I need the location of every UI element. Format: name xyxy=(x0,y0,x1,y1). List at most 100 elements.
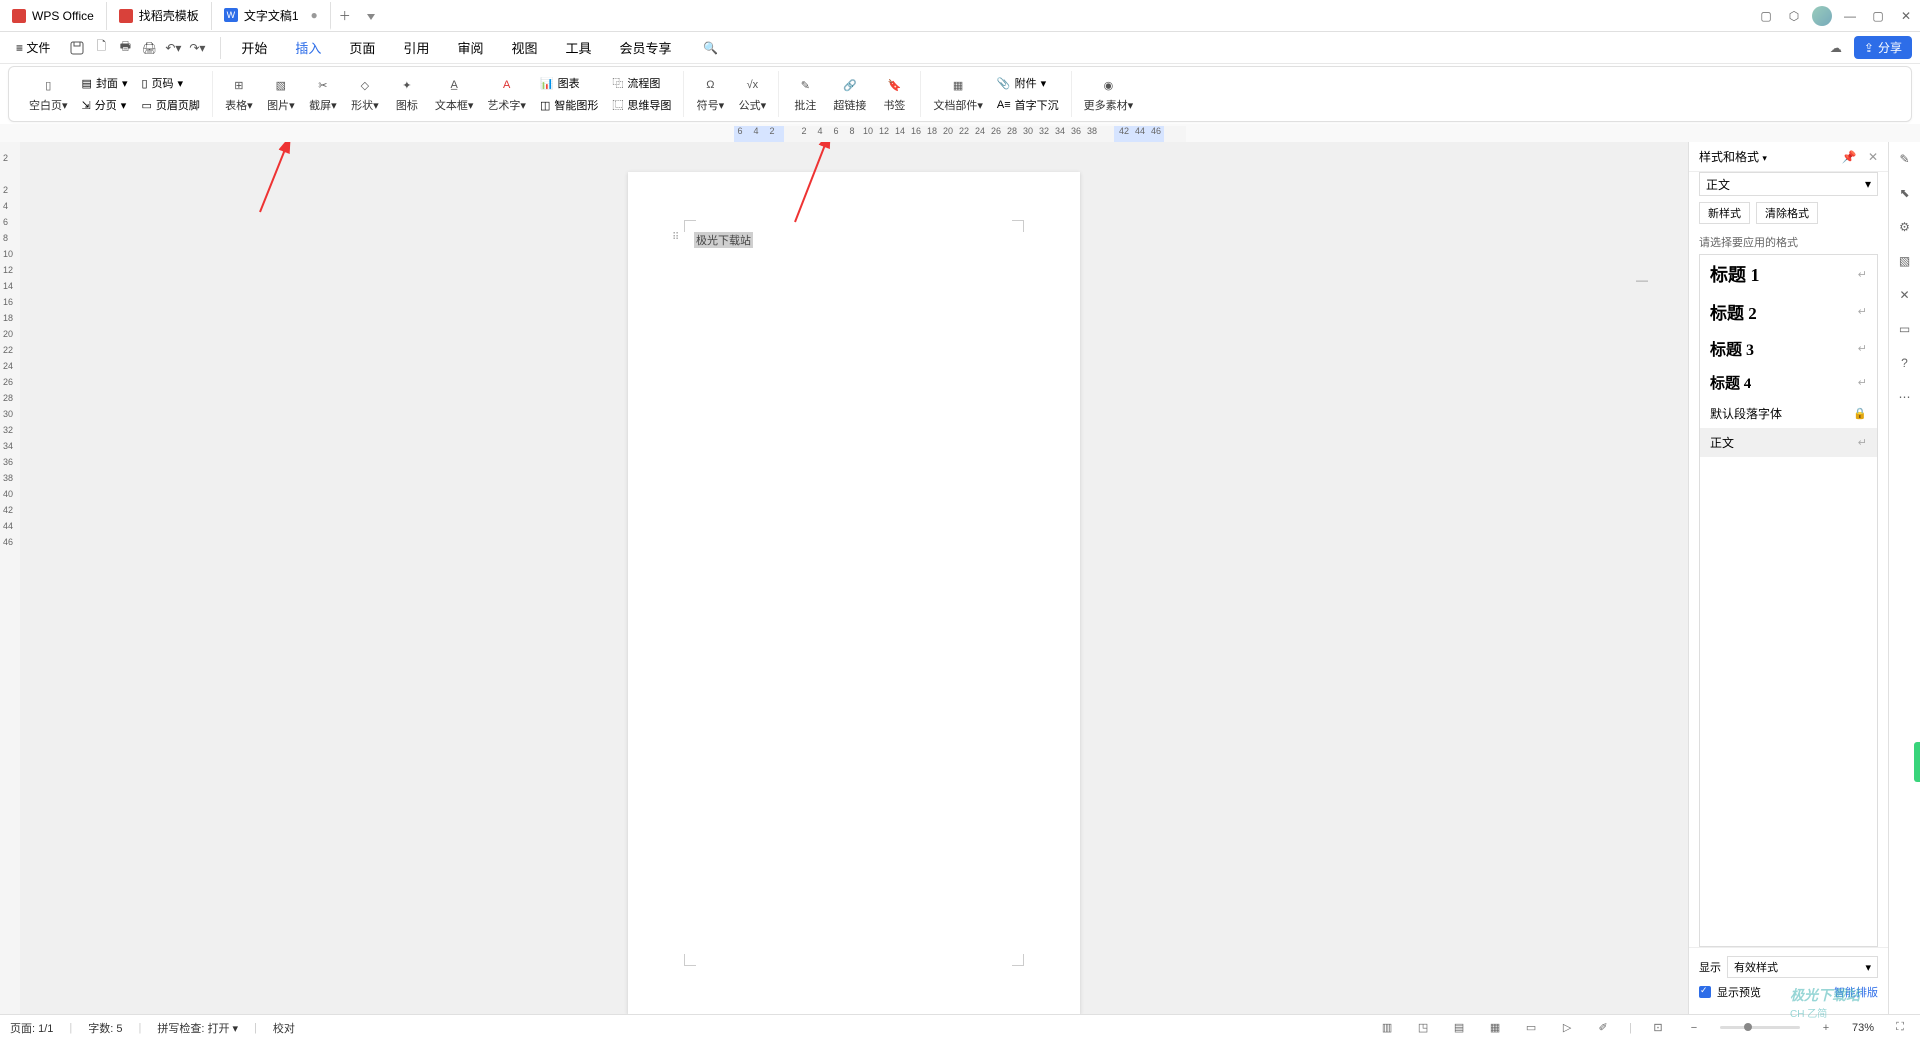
pagenum-button[interactable]: ▯ 页码▾ xyxy=(137,73,203,93)
help-icon[interactable]: ? xyxy=(1894,352,1916,374)
flowchart-button[interactable]: ⿻ 流程图 xyxy=(608,73,675,93)
blank-page-button[interactable]: ▯空白页▾ xyxy=(25,73,72,115)
play-icon[interactable]: ▷ xyxy=(1557,1018,1577,1038)
dropcap-button[interactable]: A≡ 首字下沉 xyxy=(993,95,1063,115)
wordart-button[interactable]: A艺术字▾ xyxy=(483,73,530,115)
share-button[interactable]: ⇪ 分享 xyxy=(1854,36,1912,59)
style-item-h4[interactable]: 标题 4↵ xyxy=(1700,366,1877,399)
cloud-icon[interactable]: ☁ xyxy=(1826,38,1846,58)
formula-button[interactable]: √x公式▾ xyxy=(734,73,770,115)
style-item-h1[interactable]: 标题 1↵ xyxy=(1700,255,1877,293)
hyperlink-button[interactable]: 🔗超链接 xyxy=(829,73,870,115)
comment-button[interactable]: ✎批注 xyxy=(787,73,823,115)
close-button[interactable]: ✕ xyxy=(1892,2,1920,30)
tab-review[interactable]: 审阅 xyxy=(445,32,495,63)
screenshot-button[interactable]: ✂截屏▾ xyxy=(305,73,341,115)
style-item-default-para[interactable]: 默认段落字体🔒 xyxy=(1700,399,1877,428)
minimize-button[interactable]: — xyxy=(1836,2,1864,30)
proof-status[interactable]: 校对 xyxy=(273,1020,295,1036)
mindmap-button[interactable]: ⿺ 思维导图 xyxy=(608,95,675,115)
tab-member[interactable]: 会员专享 xyxy=(607,32,683,63)
zoom-out-icon[interactable]: − xyxy=(1684,1018,1704,1038)
tab-document[interactable]: W 文字文稿1 ● xyxy=(212,2,331,30)
preview-checkbox[interactable] xyxy=(1699,986,1711,998)
undo-icon[interactable]: ↶▾ xyxy=(162,37,184,59)
close-panel-icon[interactable]: ✕ xyxy=(1868,150,1878,164)
tab-template[interactable]: 找稻壳模板 xyxy=(107,2,212,30)
view-continuous-icon[interactable]: ▥ xyxy=(1377,1018,1397,1038)
maximize-button[interactable]: ▢ xyxy=(1864,2,1892,30)
icon-button[interactable]: ✦图标 xyxy=(389,73,425,115)
section-button[interactable]: ⇲ 分页▾ xyxy=(78,95,132,115)
redo-icon[interactable]: ↷▾ xyxy=(186,37,208,59)
new-tab-button[interactable]: ＋ xyxy=(331,7,359,24)
comment-icon[interactable]: ✐ xyxy=(1593,1018,1613,1038)
bookmark-button[interactable]: 🔖书签 xyxy=(876,73,912,115)
attach-button[interactable]: 📎 附件▾ xyxy=(993,73,1063,93)
view-reading-icon[interactable]: ▭ xyxy=(1521,1018,1541,1038)
docparts-button[interactable]: ▦文档部件▾ xyxy=(929,73,987,115)
smartart-button[interactable]: ◫ 智能图形 xyxy=(536,95,602,115)
view-web-icon[interactable]: ▦ xyxy=(1485,1018,1505,1038)
headerfooter-button[interactable]: ▭ 页眉页脚 xyxy=(137,95,203,115)
tab-reference[interactable]: 引用 xyxy=(391,32,441,63)
layout-icon[interactable]: ▢ xyxy=(1752,2,1780,30)
current-style-select[interactable]: 正文 ▾ xyxy=(1699,172,1878,196)
smart-layout-link[interactable]: 智能排版 xyxy=(1834,984,1878,1000)
style-item-body[interactable]: 正文↵ xyxy=(1700,428,1877,457)
tab-insert[interactable]: 插入 xyxy=(283,32,333,63)
zoom-value[interactable]: 73% xyxy=(1852,1022,1874,1034)
cover-button[interactable]: ▤ 封面▾ xyxy=(78,73,132,93)
spellcheck-status[interactable]: 拼写检查: 打开 ▾ xyxy=(157,1020,238,1036)
avatar[interactable] xyxy=(1808,2,1836,30)
style-item-h3[interactable]: 标题 3↵ xyxy=(1700,330,1877,366)
zoom-in-icon[interactable]: + xyxy=(1816,1018,1836,1038)
scrollbar-thumb[interactable] xyxy=(1914,742,1920,782)
drag-handle-icon[interactable]: ⠿ xyxy=(672,232,679,243)
expand-icon[interactable]: ⛶ xyxy=(1890,1018,1910,1038)
picture-button[interactable]: ▧图片▾ xyxy=(263,73,299,115)
tab-tools[interactable]: 工具 xyxy=(553,32,603,63)
book-icon[interactable]: ▭ xyxy=(1894,318,1916,340)
print-setup-icon[interactable]: 🖨 xyxy=(138,37,160,59)
view-outline-icon[interactable]: ▤ xyxy=(1449,1018,1469,1038)
edit-icon[interactable]: ✎ xyxy=(1894,148,1916,170)
tools-icon[interactable]: ✕ xyxy=(1894,284,1916,306)
textbox-button[interactable]: A̲文本框▾ xyxy=(431,73,478,115)
table-button[interactable]: ⊞表格▾ xyxy=(221,73,257,115)
view-page-icon[interactable]: ◳ xyxy=(1413,1018,1433,1038)
pin-icon[interactable]: 📌 xyxy=(1842,150,1857,164)
shape-button[interactable]: ◇形状▾ xyxy=(347,73,383,115)
tab-view[interactable]: 视图 xyxy=(499,32,549,63)
style-item-h2[interactable]: 标题 2↵ xyxy=(1700,293,1877,330)
more-icon[interactable]: ⋯ xyxy=(1894,386,1916,408)
fit-icon[interactable]: ⊡ xyxy=(1648,1018,1668,1038)
cube-icon[interactable]: ⬡ xyxy=(1780,2,1808,30)
tab-page[interactable]: 页面 xyxy=(337,32,387,63)
word-count[interactable]: 字数: 5 xyxy=(88,1020,122,1036)
symbol-button[interactable]: Ω符号▾ xyxy=(692,73,728,115)
page-indicator[interactable]: 页面: 1/1 xyxy=(10,1020,53,1036)
more-resources-button[interactable]: ◉更多素材▾ xyxy=(1080,73,1138,115)
collapse-panel-icon[interactable]: — xyxy=(1634,272,1650,288)
tab-start[interactable]: 开始 xyxy=(229,32,279,63)
settings-icon[interactable]: ⚙ xyxy=(1894,216,1916,238)
save-icon[interactable] xyxy=(66,37,88,59)
image-icon[interactable]: ▧ xyxy=(1894,250,1916,272)
zoom-slider[interactable] xyxy=(1720,1026,1800,1029)
show-select[interactable]: 有效样式 ▾ xyxy=(1727,956,1878,978)
tab-menu-button[interactable] xyxy=(359,9,383,23)
ruler-vertical[interactable]: 2 2 4 6 8 10 12 14 16 18 20 22 24 26 28 … xyxy=(0,142,20,1014)
file-menu[interactable]: ≡ 文件 xyxy=(8,39,58,56)
document-page[interactable]: ⠿ 极光下载站 xyxy=(628,172,1080,1014)
chart-button[interactable]: 📊 图表 xyxy=(536,73,602,93)
document-text[interactable]: 极光下载站 xyxy=(694,232,753,248)
new-style-button[interactable]: 新样式 xyxy=(1699,202,1750,224)
tab-wps-office[interactable]: WPS Office xyxy=(0,2,107,30)
clear-format-button[interactable]: 清除格式 xyxy=(1756,202,1818,224)
print-icon[interactable]: 🖶 xyxy=(114,37,136,59)
select-icon[interactable]: ⬉ xyxy=(1894,182,1916,204)
tab-close-icon[interactable]: ● xyxy=(311,8,318,22)
search-icon[interactable]: 🔍 xyxy=(700,37,722,59)
print-preview-icon[interactable]: 🗋 xyxy=(90,37,112,59)
